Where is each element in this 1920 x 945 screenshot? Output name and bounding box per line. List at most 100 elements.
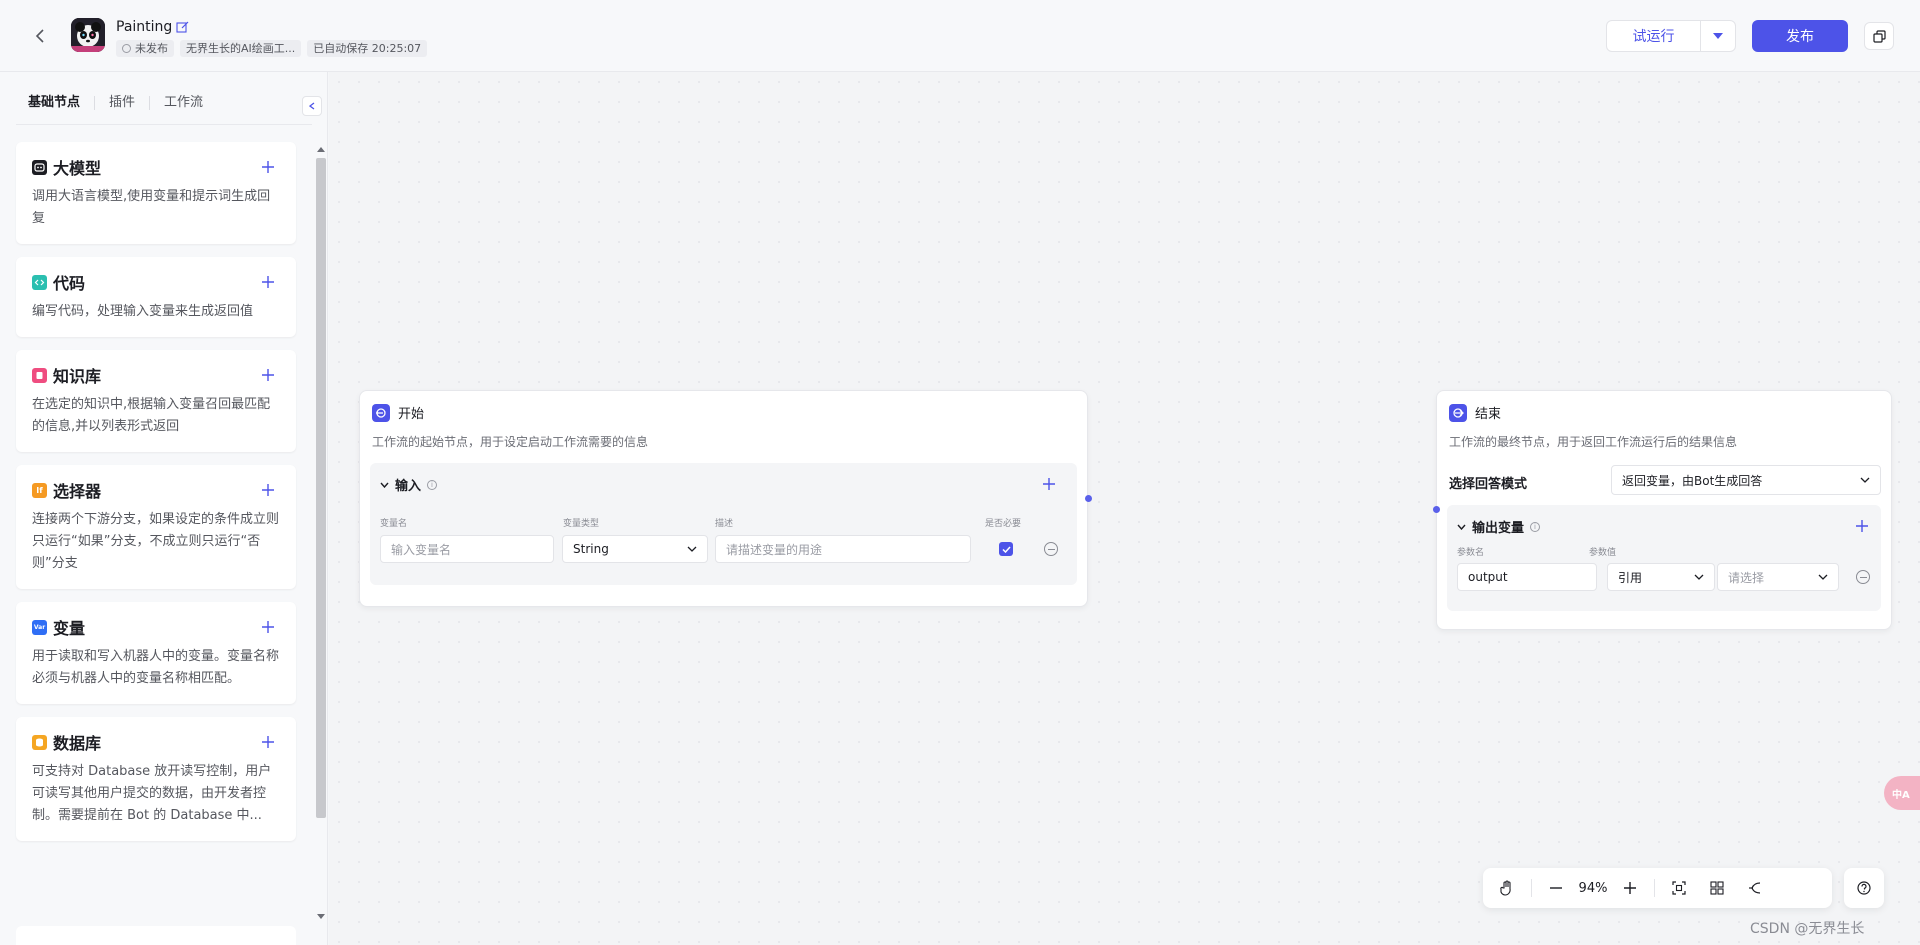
- add-node-button[interactable]: [258, 616, 278, 638]
- condition-icon: If: [32, 482, 47, 498]
- check-icon: [1001, 545, 1011, 553]
- chevron-down-icon: [380, 482, 389, 488]
- toolbar-divider: [1531, 879, 1532, 897]
- author-name: 无界生长的AI绘画工...: [186, 42, 296, 55]
- scroll-down-arrow[interactable]: [316, 914, 326, 922]
- col-param-name: 参数名: [1457, 548, 1485, 558]
- plus-icon: [262, 621, 274, 633]
- canvas-toolbar: 94%: [1483, 868, 1832, 908]
- top-header: Painting 未发布 无界生长的AI绘画工... 已自动保存 20:25:0…: [0, 0, 1920, 72]
- variable-type-value: String: [573, 542, 609, 556]
- copy-icon: [1872, 29, 1886, 43]
- variable-description-placeholder: 请描述变量的用途: [726, 542, 823, 557]
- param-name-input[interactable]: output: [1457, 563, 1597, 591]
- connector-style-button[interactable]: [1741, 874, 1769, 902]
- remove-variable-button[interactable]: [1044, 542, 1058, 556]
- trial-run-group: 试运行: [1606, 20, 1736, 52]
- info-icon[interactable]: i: [1530, 521, 1541, 532]
- trial-run-button[interactable]: 试运行: [1607, 21, 1701, 51]
- add-node-button[interactable]: [258, 364, 278, 386]
- input-panel: 输入 i 变量名 变量类型 描述 是否必要 输入变量名 String 请描述变量…: [370, 463, 1077, 585]
- plus-icon: [1856, 520, 1868, 532]
- param-value-select[interactable]: 请选择: [1717, 563, 1839, 591]
- author-chip: 无界生长的AI绘画工...: [180, 40, 302, 57]
- end-node-icon: [1449, 403, 1467, 422]
- node-card-code[interactable]: 代码 编写代码，处理输入变量来生成返回值: [16, 257, 296, 337]
- plus-icon: [262, 161, 274, 173]
- node-card-variable[interactable]: Var 变量 用于读取和写入机器人中的变量。变量名称必须与机器人中的变量名称相匹…: [16, 602, 296, 704]
- node-description: 编写代码，处理输入变量来生成返回值: [32, 304, 254, 319]
- input-section-header[interactable]: 输入 i: [380, 475, 438, 494]
- variable-name-input[interactable]: 输入变量名: [380, 535, 554, 563]
- pan-tool-button[interactable]: [1493, 874, 1521, 902]
- end-node-input-port[interactable]: [1433, 506, 1440, 513]
- publish-button[interactable]: 发布: [1752, 20, 1848, 52]
- answer-mode-select[interactable]: 返回变量，由Bot生成回答: [1611, 465, 1881, 495]
- tab-basic-nodes[interactable]: 基础节点: [28, 96, 94, 110]
- variable-description-input[interactable]: 请描述变量的用途: [715, 535, 971, 563]
- node-card-database[interactable]: 数据库 可支持对 Database 放开读写控制，用户可读写其他用户提交的数据，…: [16, 717, 296, 841]
- add-node-button[interactable]: [258, 271, 278, 293]
- tab-plugins[interactable]: 插件: [94, 96, 149, 110]
- trial-run-dropdown[interactable]: [1701, 21, 1735, 51]
- workflow-canvas[interactable]: 开始 工作流的起始节点，用于设定启动工作流需要的信息 输入 i 变量名 变量类型…: [329, 72, 1920, 945]
- app-avatar: [71, 18, 105, 52]
- back-button[interactable]: [30, 24, 50, 48]
- watermark: CSDN @无界生长: [1750, 921, 1865, 937]
- add-node-button[interactable]: [258, 156, 278, 178]
- zoom-level[interactable]: 94%: [1570, 881, 1616, 896]
- plus-icon: [1624, 882, 1636, 894]
- hand-icon: [1500, 880, 1511, 896]
- chevron-left-icon: [35, 29, 44, 43]
- node-card-llm[interactable]: 大模型 调用大语言模型,使用变量和提示词生成回复: [16, 142, 296, 244]
- next-node-card-peek: [16, 926, 296, 945]
- add-input-button[interactable]: [1040, 475, 1058, 493]
- node-card-condition[interactable]: If 选择器 连接两个下游分支，如果设定的条件成立则只运行“如果”分支，不成立则…: [16, 465, 296, 589]
- info-icon[interactable]: i: [427, 479, 438, 490]
- start-node[interactable]: 开始 工作流的起始节点，用于设定启动工作流需要的信息 输入 i 变量名 变量类型…: [359, 390, 1088, 607]
- database-icon: [32, 734, 47, 750]
- col-variable-name: 变量名: [380, 519, 408, 529]
- node-description: 用于读取和写入机器人中的变量。变量名称必须与机器人中的变量名称相匹配。: [32, 649, 280, 686]
- plus-icon: [262, 484, 274, 496]
- translate-float-button[interactable]: 中A: [1884, 776, 1920, 810]
- chevron-left-icon: [309, 102, 315, 110]
- chevron-down-icon: [1818, 574, 1828, 580]
- node-card-knowledge[interactable]: 知识库 在选定的知识中,根据输入变量召回最匹配的信息,并以列表形式返回: [16, 350, 296, 452]
- auto-layout-button[interactable]: [1703, 874, 1731, 902]
- toolbar-divider: [1654, 879, 1655, 897]
- plus-icon: [1043, 478, 1055, 490]
- param-value-placeholder: 请选择: [1728, 570, 1765, 585]
- plus-icon: [262, 369, 274, 381]
- collapse-sidebar-button[interactable]: [302, 96, 322, 116]
- start-node-output-port[interactable]: [1085, 495, 1092, 502]
- scroll-up-arrow[interactable]: [316, 146, 326, 154]
- node-description: 调用大语言模型,使用变量和提示词生成回复: [32, 189, 271, 226]
- tab-workflows[interactable]: 工作流: [149, 96, 217, 110]
- param-ref-type-select[interactable]: 引用: [1607, 563, 1715, 591]
- end-node[interactable]: 结束 工作流的最终节点，用于返回工作流运行后的结果信息 选择回答模式 返回变量，…: [1436, 390, 1892, 630]
- copy-button[interactable]: [1864, 22, 1894, 50]
- help-button[interactable]: [1844, 868, 1884, 908]
- sidebar-scrollbar-thumb[interactable]: [316, 158, 326, 818]
- publish-status: 未发布: [135, 42, 168, 55]
- node-title: 变量: [53, 619, 86, 638]
- fit-view-button[interactable]: [1665, 874, 1693, 902]
- add-node-button[interactable]: [258, 479, 278, 501]
- zoom-in-button[interactable]: [1616, 874, 1644, 902]
- remove-output-button[interactable]: [1856, 570, 1870, 584]
- output-section-header[interactable]: 输出变量 i: [1457, 517, 1541, 536]
- edit-icon[interactable]: [176, 21, 189, 34]
- end-node-title: 结束: [1475, 407, 1502, 422]
- zoom-out-button[interactable]: [1542, 874, 1570, 902]
- tabs-divider: [16, 124, 312, 125]
- required-checkbox[interactable]: [999, 542, 1013, 556]
- col-required: 是否必要: [985, 519, 1022, 529]
- knowledge-icon: [32, 367, 47, 383]
- start-node-title: 开始: [398, 407, 425, 422]
- autosave-text: 已自动保存 20:25:07: [313, 42, 422, 55]
- add-output-button[interactable]: [1853, 517, 1871, 535]
- add-node-button[interactable]: [258, 731, 278, 753]
- grid-layout-icon: [1710, 881, 1724, 895]
- variable-type-select[interactable]: String: [562, 535, 708, 563]
